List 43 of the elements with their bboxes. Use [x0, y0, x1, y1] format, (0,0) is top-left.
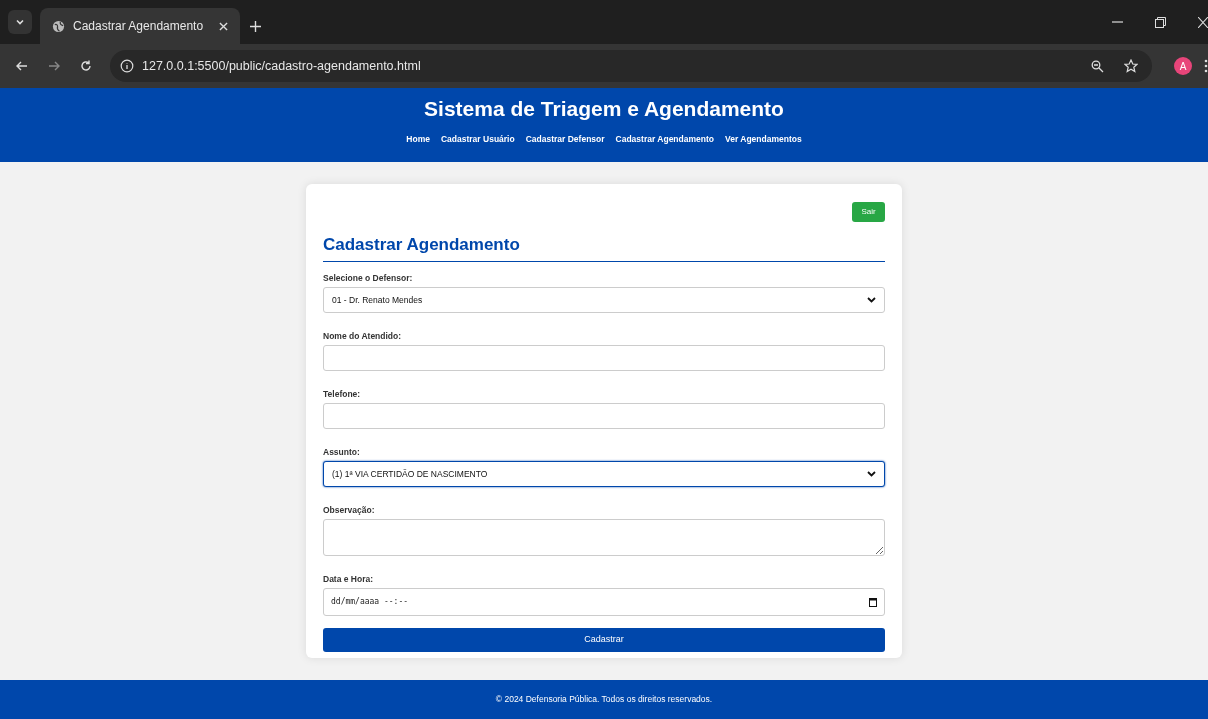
- restore-icon[interactable]: [1155, 16, 1166, 28]
- tab-list-button[interactable]: [8, 10, 32, 34]
- nav-link[interactable]: Cadastrar Agendamento: [615, 133, 714, 146]
- nav-link[interactable]: Cadastrar Defensor: [525, 133, 605, 146]
- zoom-icon[interactable]: [1091, 59, 1104, 73]
- browser-tab[interactable]: Cadastrar Agendamento: [40, 8, 240, 44]
- url-text: 127.0.0.1:5500/public/cadastro-agendamento.html: [142, 57, 422, 75]
- chevron-down-icon: [867, 297, 876, 303]
- profile-avatar[interactable]: A: [1174, 57, 1192, 75]
- nav-link[interactable]: Cadastrar Usuário: [440, 133, 515, 146]
- tab-title: Cadastrar Agendamento: [73, 18, 205, 35]
- input-field[interactable]: [323, 345, 885, 371]
- field-label: Telefone:: [323, 388, 362, 400]
- input-field[interactable]: [323, 403, 885, 429]
- forward-icon[interactable]: [48, 60, 60, 72]
- close-icon[interactable]: [219, 21, 228, 31]
- field-label: Assunto:: [323, 446, 361, 458]
- chevron-down-icon: [15, 17, 25, 27]
- address-bar[interactable]: 127.0.0.1:5500/public/cadastro-agendamento.html: [110, 50, 1152, 82]
- nav-link[interactable]: Ver Agendamentos: [724, 133, 802, 146]
- form-title: Cadastrar Agendamento: [323, 233, 885, 262]
- field-label: Nome do Atendido:: [323, 330, 403, 342]
- copyright-text: © 2024 Defensoria Pública. Todos os direitos reservados.: [495, 693, 713, 706]
- chevron-down-icon: [867, 471, 876, 477]
- site-title: Sistema de Triagem e Agendamento: [424, 96, 784, 122]
- field-label: Data e Hora:: [323, 573, 375, 585]
- select-field[interactable]: (1) 1ª VIA CERTIDÃO DE NASCIMENTO: [323, 461, 885, 487]
- globe-icon: [52, 19, 65, 33]
- info-icon[interactable]: [120, 59, 134, 73]
- new-tab-icon[interactable]: [250, 20, 261, 32]
- field-label: Observação:: [323, 504, 376, 516]
- menu-icon[interactable]: [1204, 59, 1208, 73]
- star-icon[interactable]: [1124, 59, 1138, 73]
- field-label: Selecione o Defensor:: [323, 272, 414, 284]
- submit-button[interactable]: Cadastrar: [323, 628, 885, 652]
- nav-link[interactable]: Home: [406, 133, 430, 146]
- datetime-field[interactable]: dd/mm/aaaa --:--: [323, 588, 885, 616]
- reload-icon[interactable]: [80, 60, 92, 72]
- close-window-icon[interactable]: [1198, 16, 1208, 28]
- select-field[interactable]: 01 - Dr. Renato Mendes: [323, 287, 885, 313]
- textarea-field[interactable]: [323, 519, 885, 556]
- calendar-icon[interactable]: [869, 597, 877, 607]
- back-icon[interactable]: [16, 60, 28, 72]
